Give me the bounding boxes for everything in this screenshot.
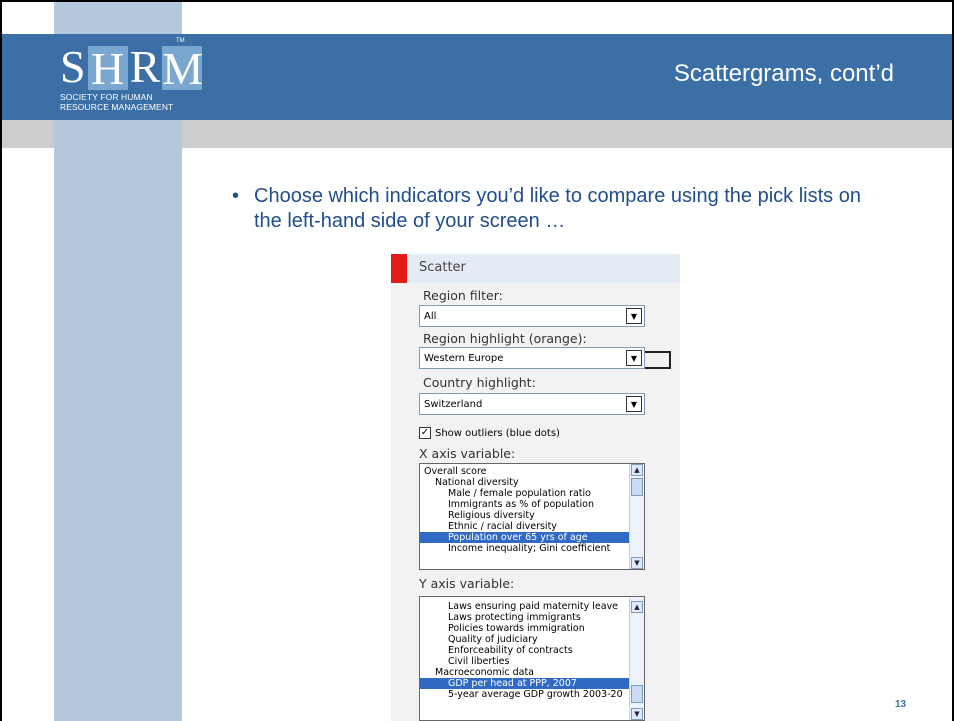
logo-letter-s: S (60, 41, 86, 92)
x_axis-item[interactable]: Population over 65 yrs of age (420, 532, 644, 543)
y_axis-item[interactable]: Quality of judiciary (420, 634, 644, 645)
panel-title: Scatter (419, 260, 466, 275)
bullet-text: Choose which indicators you’d like to co… (254, 185, 861, 232)
region-highlight-select[interactable]: Western Europe ▼ (419, 347, 645, 369)
y_axis-item[interactable]: Macroeconomic data (420, 667, 644, 678)
logo-letter-h: H (87, 46, 128, 92)
x_axis-item[interactable]: Ethnic / racial diversity (420, 521, 644, 532)
region-filter-select[interactable]: All ▼ (419, 305, 645, 327)
sirm-logo: S H R M (60, 36, 204, 94)
chevron-down-icon[interactable]: ▼ (626, 350, 642, 366)
slide-title: Scattergrams, cont’d (673, 60, 894, 87)
region-highlight-label: Region highlight (orange): (423, 331, 587, 346)
logo-letter-r: R (129, 41, 161, 92)
page-number: 13 (895, 699, 907, 710)
arrow-up-icon[interactable]: ▲ (631, 601, 643, 613)
scatter-panel: Scatter Region filter: All ▼ Region high… (391, 254, 680, 721)
x-axis-listbox[interactable]: Overall score National diversity Male / fe… (419, 463, 645, 570)
arrow-down-icon[interactable]: ▼ (631, 557, 643, 569)
x_axis-item[interactable]: Immigrants as % of population (420, 499, 644, 510)
logo-subtitle: SOCIETY FOR HUMAN RESOURCE MANAGEMENT (60, 92, 173, 112)
logo-subtitle-line2: RESOURCE MANAGEMENT (60, 102, 174, 112)
panel-accent-bar (391, 254, 407, 283)
country-highlight-value: Switzerland (424, 399, 483, 410)
x_axis-item[interactable]: Overall score (420, 466, 644, 477)
show-outliers-label: Show outliers (blue dots) (435, 427, 560, 439)
y_axis-item[interactable]: Laws ensuring paid maternity leave (420, 601, 644, 612)
x-axis-scrollbar[interactable]: ▲ ▼ (629, 464, 644, 569)
x_axis-item[interactable]: Religious diversity (420, 510, 644, 521)
bullet-point: • Choose which indicators you’d like to … (232, 184, 892, 234)
x-axis-label: X axis variable: (419, 446, 516, 461)
region-filter-value: All (424, 311, 437, 322)
region-highlight-value: Western Europe (424, 353, 504, 364)
bullet-icon: • (232, 185, 240, 207)
arrow-down-icon[interactable]: ▼ (631, 708, 643, 720)
region-filter-label: Region filter: (423, 288, 503, 303)
y_axis-item[interactable]: GDP per head at PPP, 2007 (420, 678, 644, 689)
y-axis-listbox[interactable]: Laws ensuring paid maternity leave Laws p… (419, 596, 645, 721)
y_axis-item[interactable]: Policies towards immigration (420, 623, 644, 634)
connector-line (645, 367, 671, 369)
y_axis-item[interactable]: Civil liberties (420, 656, 644, 667)
show-outliers-row[interactable]: ✓ Show outliers (blue dots) (419, 427, 560, 439)
logo-trademark: TM (176, 38, 185, 44)
y_axis-item[interactable]: 5-year average GDP growth 2003-20 (420, 689, 644, 700)
arrow-up-icon[interactable]: ▲ (631, 464, 643, 476)
country-highlight-label: Country highlight: (423, 375, 536, 390)
x_axis-item[interactable]: Male / female population ratio (420, 488, 644, 499)
country-highlight-select[interactable]: Switzerland ▼ (419, 393, 645, 415)
check-icon[interactable]: ✓ (419, 427, 431, 439)
logo-subtitle-line1: SOCIETY FOR HUMAN (60, 92, 153, 102)
scroll-thumb[interactable] (631, 685, 643, 703)
x_axis-item[interactable]: Income inequality; Gini coefficient (420, 543, 644, 554)
y-axis-label: Y axis variable: (419, 576, 515, 591)
y-axis-scrollbar[interactable]: ▲ ▼ (629, 597, 644, 720)
chevron-down-icon[interactable]: ▼ (626, 396, 642, 412)
chevron-down-icon[interactable]: ▼ (626, 308, 642, 324)
y_axis-item[interactable]: Enforceability of contracts (420, 645, 644, 656)
x_axis-item[interactable]: National diversity (420, 477, 644, 488)
y_axis-item[interactable]: Laws protecting immigrants (420, 612, 644, 623)
logo-letter-m: M (162, 43, 204, 94)
scroll-thumb[interactable] (631, 478, 643, 496)
